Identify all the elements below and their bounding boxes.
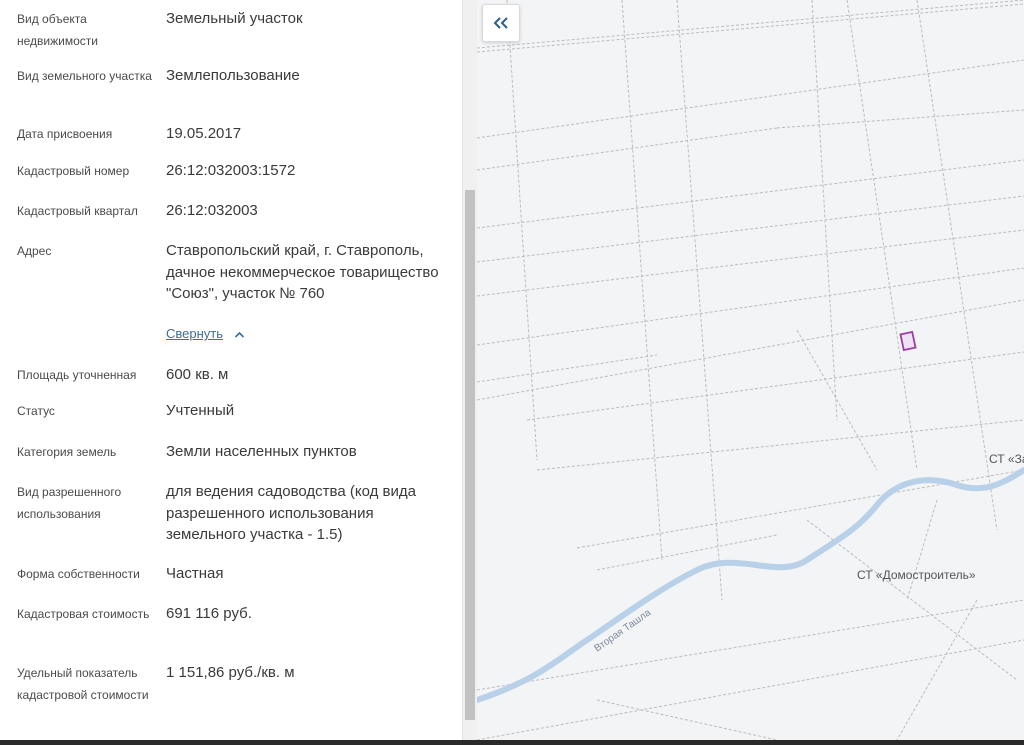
value-land-type: Землепользование xyxy=(166,67,300,84)
label-address: Адрес xyxy=(17,244,52,258)
value-address: Ставропольский край, г. Ставрополь, дачн… xyxy=(166,242,439,302)
map-view[interactable]: Вторая Ташла СТ «Домостроитель» СТ «За xyxy=(477,0,1024,745)
label-cadastral-number: Кадастровый номер xyxy=(17,164,130,178)
value-land-category: Земли населенных пунктов xyxy=(166,443,357,460)
collapse-panel-button[interactable] xyxy=(482,4,520,42)
label-assign-date: Дата присвоения xyxy=(17,127,113,141)
label-land-category: Категория земель xyxy=(17,445,117,459)
parcel-boundaries xyxy=(477,0,1024,741)
label-ownership: Форма собственности xyxy=(17,567,140,581)
label-status: Статус xyxy=(17,404,55,418)
selected-parcel[interactable] xyxy=(899,330,917,352)
value-assign-date: 19.05.2017 xyxy=(166,125,242,142)
label-area: Площадь уточненная xyxy=(17,368,137,382)
value-area: 600 кв. м xyxy=(166,366,229,383)
label-unit-cost: Удельный показатель кадастровой стоимост… xyxy=(17,666,149,702)
value-unit-cost: 1 151,86 руб./кв. м xyxy=(166,664,295,681)
label-cadastral-quarter: Кадастровый квартал xyxy=(17,204,138,218)
label-permitted-use: Вид разрешенного использования xyxy=(17,485,122,521)
value-object-type: Земельный участок xyxy=(166,10,303,27)
value-cadastral-quarter: 26:12:032003 xyxy=(166,202,258,219)
info-panel: Вид объекта недвижимости Земельный участ… xyxy=(0,0,462,745)
bottom-edge xyxy=(0,740,1024,745)
label-object-type: Вид объекта недвижимости xyxy=(17,12,98,48)
scrollbar-thumb[interactable] xyxy=(465,190,475,720)
value-cadastral-number: 26:12:032003:1572 xyxy=(166,162,296,179)
value-ownership: Частная xyxy=(166,565,224,582)
value-status: Учтенный xyxy=(166,402,235,419)
collapse-link[interactable]: Свернуть xyxy=(166,326,223,341)
chevron-up-icon[interactable] xyxy=(234,330,245,339)
river-line xyxy=(477,467,1024,703)
label-land-type: Вид земельного участка xyxy=(17,69,152,83)
value-permitted-use: для ведения садоводства (код вида разреш… xyxy=(166,483,416,543)
map-label-st-partial: СТ «За xyxy=(989,452,1024,466)
double-chevron-left-icon xyxy=(493,17,508,29)
value-cadastral-cost: 691 116 руб. xyxy=(166,605,252,622)
map-canvas[interactable]: Вторая Ташла xyxy=(477,0,1024,745)
label-cadastral-cost: Кадастровая стоимость xyxy=(17,607,150,621)
map-label-st-domostroitel: СТ «Домостроитель» xyxy=(857,568,976,582)
panel-scrollbar[interactable] xyxy=(462,0,477,745)
